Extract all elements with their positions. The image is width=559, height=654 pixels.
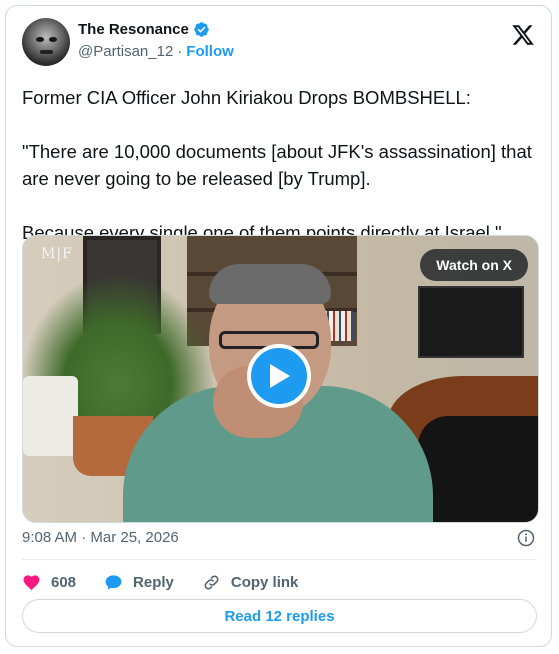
copy-link-label: Copy link bbox=[230, 573, 299, 591]
watch-on-x-button[interactable]: Watch on X bbox=[420, 249, 528, 281]
verified-badge-icon bbox=[194, 22, 209, 37]
action-bar: 608 Reply Copy link bbox=[22, 567, 298, 597]
avatar-eye bbox=[49, 37, 57, 42]
play-icon bbox=[270, 364, 290, 388]
author-name-row: The Resonance bbox=[78, 21, 210, 38]
info-icon[interactable] bbox=[517, 529, 535, 547]
video-watermark: M|F bbox=[41, 246, 73, 262]
tweet-timestamp[interactable]: 9:08 AM · Mar 25, 2026 bbox=[22, 529, 179, 546]
author-handle[interactable]: @Partisan_12 bbox=[78, 43, 173, 60]
reply-bubble-icon bbox=[105, 574, 122, 590]
avatar-mouth bbox=[40, 50, 53, 54]
video-person-hair bbox=[209, 264, 331, 304]
video-tv bbox=[418, 286, 524, 358]
link-icon bbox=[204, 575, 219, 589]
video-lamp bbox=[23, 376, 78, 456]
author-handle-row: @Partisan_12 · Follow bbox=[78, 43, 234, 60]
tweet-card: The Resonance @Partisan_12 · Follow Form… bbox=[5, 5, 552, 647]
read-replies-button[interactable]: Read 12 replies bbox=[22, 599, 537, 633]
like-button[interactable]: 608 bbox=[22, 573, 76, 592]
heart-icon bbox=[23, 574, 40, 590]
avatar[interactable] bbox=[22, 18, 70, 66]
separator-dot: · bbox=[177, 43, 183, 60]
like-count: 608 bbox=[51, 573, 77, 591]
avatar-eye bbox=[36, 37, 44, 42]
play-button[interactable] bbox=[247, 344, 311, 408]
video-player[interactable]: M|F Watch on X bbox=[22, 235, 539, 523]
reply-label: Reply bbox=[133, 573, 174, 591]
author-name[interactable]: The Resonance bbox=[78, 21, 189, 38]
copy-link-button[interactable]: Copy link bbox=[202, 573, 299, 592]
tweet-text: Former CIA Officer John Kiriakou Drops B… bbox=[22, 87, 532, 243]
video-chair bbox=[418, 416, 538, 522]
follow-button[interactable]: Follow bbox=[186, 43, 234, 60]
divider bbox=[22, 559, 537, 560]
x-logo-icon[interactable] bbox=[511, 23, 535, 47]
reply-button[interactable]: Reply bbox=[104, 573, 174, 592]
